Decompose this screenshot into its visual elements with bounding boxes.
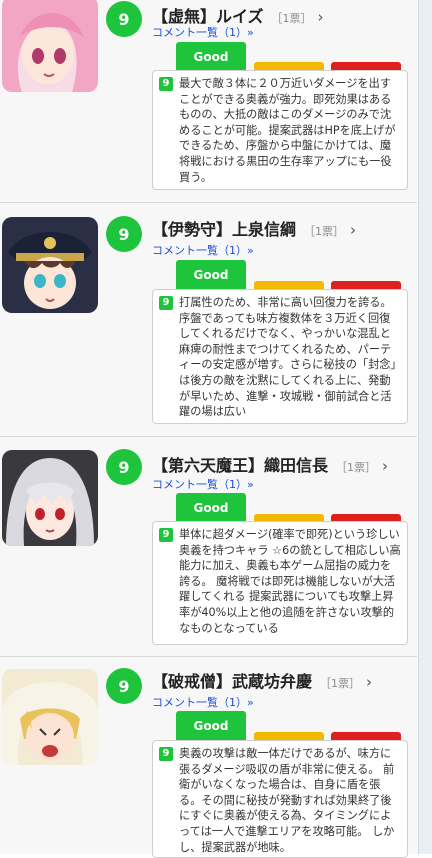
rank-badge: 9 — [106, 449, 142, 485]
comment-text: 最大で敵３体に２０万近いダメージを出すことができる奥義が強力。即死効果はあるもの… — [179, 77, 396, 184]
comment-text: 打属性のため、非常に高い回復力を誇る。序盤であっても味方複数体を３万近く回復して… — [179, 296, 397, 419]
comment-list-link[interactable]: コメント一覧（1）» — [152, 694, 254, 710]
chevron-right-icon[interactable]: › — [382, 457, 388, 475]
chevron-right-icon[interactable]: › — [366, 673, 372, 691]
vote-count: ［1票］ — [304, 225, 345, 238]
character-name[interactable]: 【第六天魔王】織田信長 — [152, 452, 328, 476]
character-portrait-military-cap-icon[interactable] — [2, 217, 98, 313]
comment-box: 9 打属性のため、非常に高い回復力を誇る。序盤であっても味方複数体を３万近く回復… — [152, 289, 408, 424]
rank-badge: 9 — [106, 216, 142, 252]
comment-text: 奥義の攻撃は敵一体だけであるが、味方に張るダメージ吸収の盾が非常に使える。 前衛… — [179, 747, 395, 854]
rank-badge: 9 — [106, 1, 142, 37]
character-name-row[interactable]: 【第六天魔王】織田信長 ［1票］ › — [152, 452, 388, 476]
character-name-row[interactable]: 【破戒僧】武蔵坊弁慶 ［1票］ › — [152, 668, 372, 692]
comment-text: 単体に超ダメージ(確率で即死)という珍しい奥義を持つキャラ ☆6の銃として相応し… — [179, 528, 401, 635]
ranking-entry: 9 【伊勢守】上泉信綱 ［1票］ › コメント一覧（1）» Good 9 打属性… — [0, 203, 417, 437]
comment-rank-badge: 9 — [159, 747, 173, 761]
ranking-entry: 9 【破戒僧】武蔵坊弁慶 ［1票］ › コメント一覧（1）» Good 9 奥義… — [0, 657, 417, 858]
good-vote-button[interactable]: Good — [176, 42, 246, 72]
comment-box: 9 最大で敵３体に２０万近いダメージを出すことができる奥義が強力。即死効果はある… — [152, 70, 408, 190]
chevron-right-icon[interactable]: › — [350, 221, 356, 239]
rank-badge: 9 — [106, 668, 142, 704]
comment-list-link[interactable]: コメント一覧（1）» — [152, 24, 254, 40]
character-name[interactable]: 【破戒僧】武蔵坊弁慶 — [152, 668, 312, 692]
good-vote-button[interactable]: Good — [176, 260, 246, 290]
character-name[interactable]: 【伊勢守】上泉信綱 — [152, 216, 296, 240]
comment-rank-badge: 9 — [159, 296, 173, 310]
comment-list-link[interactable]: コメント一覧（1）» — [152, 476, 254, 492]
vote-count: ［1票］ — [271, 12, 312, 25]
ranking-entry: 9 【第六天魔王】織田信長 ［1票］ › コメント一覧（1）» Good 9 単… — [0, 437, 417, 657]
comment-rank-badge: 9 — [159, 77, 173, 91]
ranking-entry: 9 【虚無】ルイズ ［1票］ › コメント一覧（1）» Good 9 最大で敵３… — [0, 0, 417, 203]
good-vote-button[interactable]: Good — [176, 711, 246, 741]
good-vote-button[interactable]: Good — [176, 493, 246, 523]
character-portrait-silver-hair-icon[interactable] — [2, 450, 98, 546]
page-scroll-edge — [418, 0, 432, 854]
comment-rank-badge: 9 — [159, 528, 173, 542]
vote-count: ［1票］ — [320, 677, 361, 690]
comment-box: 9 奥義の攻撃は敵一体だけであるが、味方に張るダメージ吸収の盾が非常に使える。 … — [152, 740, 408, 858]
character-portrait-blonde-hood-icon[interactable] — [2, 669, 98, 765]
chevron-right-icon[interactable]: › — [318, 8, 324, 26]
character-name-row[interactable]: 【伊勢守】上泉信綱 ［1票］ › — [152, 216, 356, 240]
vote-count: ［1票］ — [336, 461, 377, 474]
character-portrait-pink-hair-icon[interactable] — [2, 0, 98, 92]
comment-box: 9 単体に超ダメージ(確率で即死)という珍しい奥義を持つキャラ ☆6の銃として相… — [152, 521, 408, 645]
comment-list-link[interactable]: コメント一覧（1）» — [152, 242, 254, 258]
